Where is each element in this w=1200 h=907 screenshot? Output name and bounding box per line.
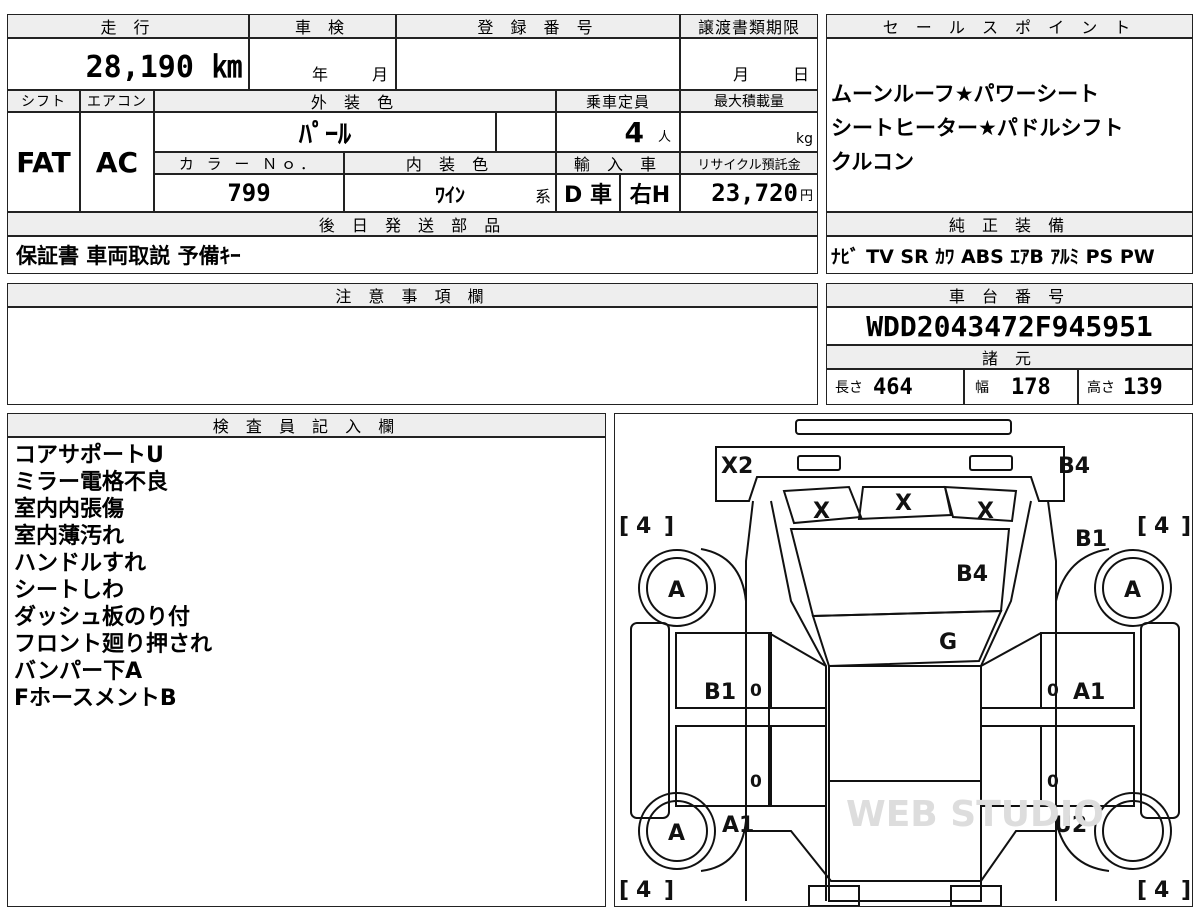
mark-right-fender: B1 (1075, 527, 1107, 552)
mark-wheel-rl: A (668, 821, 685, 846)
later-parts-value: 保証書 車両取説 予備ｷｰ (7, 236, 818, 274)
mileage-value: 28,190 ㎞ (7, 38, 249, 90)
shaken-header: 車 検 (249, 14, 396, 38)
mark-window-right: X (977, 499, 994, 524)
shift-value: FAT (7, 112, 80, 212)
import-car-value: D 車 (556, 174, 620, 212)
spec-length: 長さ 464 (826, 369, 964, 405)
genuine-equipment-value: ﾅﾋﾞ TV SR ｶﾜ ABS ｴｱB ｱﾙﾐ PS PW (826, 236, 1193, 274)
registration-header: 登 録 番 号 (396, 14, 680, 38)
exterior-color-extra (496, 112, 556, 152)
sales-point-line: クルコン (831, 150, 914, 174)
steering-value: 右H (620, 174, 680, 212)
interior-suffix: 系 (534, 187, 551, 206)
inspector-note: フロント廻り押され (14, 632, 213, 657)
inspector-note: シートしわ (14, 578, 125, 603)
interior-color-value: ﾜｲﾝ 系 (344, 174, 556, 212)
inspector-note: 室内内張傷 (14, 497, 125, 522)
max-load-header: 最大積載量 (680, 90, 818, 112)
tire-bracket-left: [ (619, 878, 629, 903)
watermark: WEB STUDIO (846, 794, 1104, 835)
tire-bracket-right: ] (1181, 878, 1191, 903)
genuine-equipment-header: 純 正 装 備 (826, 212, 1193, 236)
spec-width: 幅 178 (964, 369, 1078, 405)
mark-front-right-door: A1 (1073, 680, 1105, 705)
exterior-color-value: ﾊﾟｰﾙ (154, 112, 496, 152)
inspector-note: 室内薄汚れ (14, 524, 125, 549)
sales-points-header: セ ー ル ス ポ イ ン ト (826, 14, 1193, 38)
max-load-value: kg (680, 112, 818, 152)
car-diagram-box: [ ] [ ] [ ] [ ] X2 B4 X X X B4 G B1 A1 B… (614, 413, 1193, 907)
door-mark-l1: 0 (750, 681, 762, 701)
door-mark-l2: 0 (750, 772, 762, 792)
tire-depth-rl: 4 (636, 878, 651, 903)
mark-roof-rear: B4 (1058, 454, 1090, 479)
exterior-color-header: 外 装 色 (154, 90, 556, 112)
capacity-header: 乗車定員 (556, 90, 680, 112)
mark-windshield: G (939, 630, 957, 655)
sales-points-box: ムーンルーフ★パワーシート シートヒーター★パドルシフト クルコン (826, 38, 1193, 212)
caution-box (7, 307, 818, 405)
interior-color-header: 内 装 色 (344, 152, 556, 174)
mark-front-left-door: B1 (704, 680, 736, 705)
tire-bracket-left: [ (1137, 514, 1147, 539)
sales-point-line: ムーンルーフ★パワーシート (831, 82, 1100, 106)
import-header: 輸 入 車 (556, 152, 680, 174)
mark-wheel-fl: A (668, 578, 685, 603)
car-diagram: [ ] [ ] [ ] [ ] X2 B4 X X X B4 G B1 A1 B… (619, 419, 1191, 906)
inspector-note: FホースメントB (14, 686, 177, 711)
mark-window-left: X (813, 499, 830, 524)
registration-value (396, 38, 680, 90)
chassis-number-header: 車 台 番 号 (826, 283, 1193, 307)
inspector-note: ダッシュ板のり付 (14, 605, 191, 630)
shaken-value: 年月 (249, 38, 396, 90)
mark-rear-left: A1 (722, 813, 754, 838)
inspector-notes-box: コアサポートU ミラー電格不良 室内内張傷 室内薄汚れ ハンドルすれ シートしわ… (7, 437, 606, 907)
color-no-value: 799 (154, 174, 344, 212)
recycle-deposit-header: リサイクル預託金 (680, 152, 818, 174)
door-mark-r1: 0 (1047, 681, 1059, 701)
recycle-deposit-value: 23,720 円 (680, 174, 818, 212)
transfer-deadline-value: 月日 (680, 38, 818, 90)
inspector-note: ハンドルすれ (14, 551, 147, 576)
inspector-note: ミラー電格不良 (14, 470, 169, 495)
shift-header: シフト (7, 90, 80, 112)
mileage-header: 走 行 (7, 14, 249, 38)
inspector-header: 検 査 員 記 入 欄 (7, 413, 606, 437)
specs-header: 諸 元 (826, 345, 1193, 369)
later-parts-header: 後 日 発 送 部 品 (7, 212, 818, 236)
tire-depth-fl: 4 (636, 514, 651, 539)
tire-depth-rr: 4 (1154, 878, 1169, 903)
tire-bracket-right: ] (1181, 514, 1191, 539)
tire-bracket-left: [ (619, 514, 629, 539)
spec-height: 高さ 139 (1078, 369, 1193, 405)
ac-value: AC (80, 112, 154, 212)
tire-bracket-right: ] (664, 514, 674, 539)
mark-hood: B4 (956, 562, 988, 587)
transfer-deadline-header: 譲渡書類期限 (680, 14, 818, 38)
chassis-number-value: WDD2043472F945951 (826, 307, 1193, 345)
tire-bracket-right: ] (664, 878, 674, 903)
inspector-note: バンパー下A (14, 659, 143, 684)
tire-bracket-left: [ (1137, 878, 1147, 903)
door-mark-r2: 0 (1047, 772, 1059, 792)
inspector-note: コアサポートU (14, 443, 164, 468)
capacity-value: 4 人 (556, 112, 680, 152)
mark-roof-front: X2 (721, 454, 753, 479)
sales-point-line: シートヒーター★パドルシフト (831, 116, 1124, 140)
caution-header: 注 意 事 項 欄 (7, 283, 818, 307)
mark-window-center: X (895, 491, 912, 516)
tire-depth-fr: 4 (1154, 514, 1169, 539)
ac-header: エアコン (80, 90, 154, 112)
color-no-header: カ ラ ー Ｎｏ． (154, 152, 344, 174)
mark-wheel-fr: A (1124, 578, 1141, 603)
